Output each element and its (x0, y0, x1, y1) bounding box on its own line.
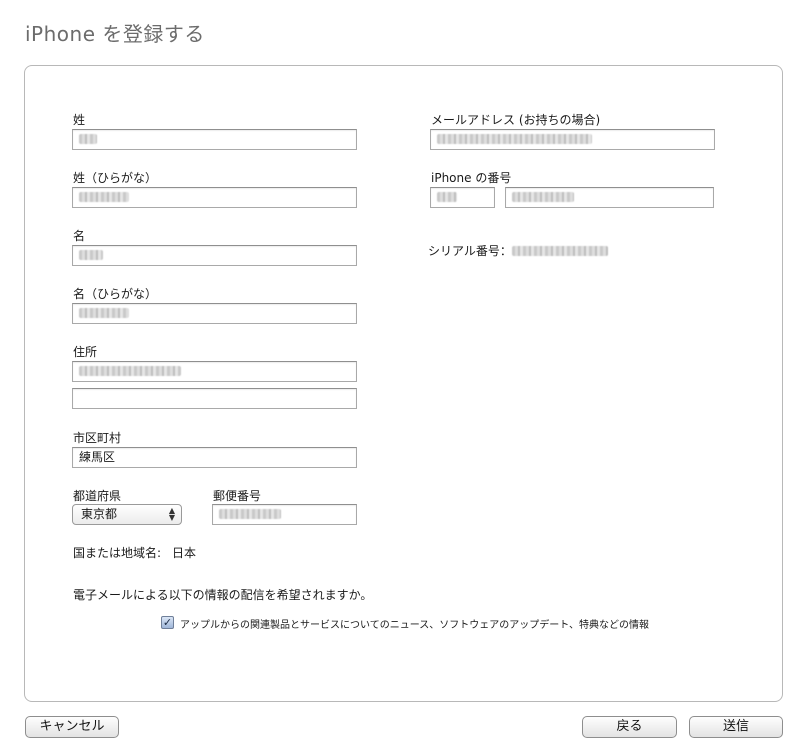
redacted-text (219, 509, 281, 519)
last-name-label: 姓 (73, 113, 86, 127)
country-value: 日本 (172, 546, 197, 560)
send-button[interactable]: 送信 (689, 716, 783, 738)
redacted-text (79, 308, 129, 318)
address-line2-field[interactable] (72, 388, 357, 409)
redacted-text (512, 246, 608, 256)
serial-number-label: シリアル番号： (428, 244, 512, 258)
city-field[interactable]: 練馬区 (72, 447, 357, 468)
last-name-field[interactable] (72, 129, 357, 150)
address-label: 住所 (73, 345, 98, 359)
phone-number-field[interactable] (505, 187, 714, 208)
prefecture-value: 東京都 (81, 507, 118, 521)
redacted-text (79, 134, 97, 144)
prefecture-select[interactable]: 東京都 ▲ ▼ (72, 504, 182, 525)
optin-question: 電子メールによる以下の情報の配信を希望されますか。 (73, 588, 373, 602)
redacted-text (437, 134, 592, 144)
country-label: 国または地域名: (73, 546, 162, 560)
email-label: メールアドレス (お持ちの場合) (431, 113, 601, 127)
postal-code-field[interactable] (212, 504, 357, 525)
redacted-text (437, 192, 457, 202)
back-button[interactable]: 戻る (582, 716, 677, 738)
serial-number-value (512, 241, 608, 260)
last-name-kana-label: 姓（ひらがな） (73, 171, 158, 185)
first-name-kana-label: 名（ひらがな） (73, 287, 158, 301)
cancel-button[interactable]: キャンセル (25, 716, 119, 738)
postal-code-label: 郵便番号 (213, 489, 262, 503)
redacted-text (79, 192, 129, 202)
prefecture-label: 都道府県 (73, 489, 122, 503)
redacted-text (79, 366, 181, 376)
newsletter-checkbox[interactable]: ✓ (161, 616, 174, 629)
phone-area-code-field[interactable] (430, 187, 495, 208)
updown-arrows-icon: ▲ ▼ (168, 506, 175, 522)
page-title: iPhone を登録する (25, 22, 205, 46)
first-name-label: 名 (73, 229, 86, 243)
city-label: 市区町村 (73, 431, 122, 445)
phone-number-label: iPhone の番号 (431, 171, 512, 185)
check-icon: ✓ (162, 616, 173, 629)
email-field[interactable] (430, 129, 715, 150)
last-name-kana-field[interactable] (72, 187, 357, 208)
first-name-kana-field[interactable] (72, 303, 357, 324)
first-name-field[interactable] (72, 245, 357, 266)
redacted-text (512, 192, 574, 202)
address-line1-field[interactable] (72, 361, 357, 382)
redacted-text (79, 250, 103, 260)
newsletter-checkbox-label[interactable]: アップルからの関連製品とサービスについてのニュース、ソフトウェアのアップデート、… (180, 616, 649, 631)
registration-panel (24, 65, 783, 702)
